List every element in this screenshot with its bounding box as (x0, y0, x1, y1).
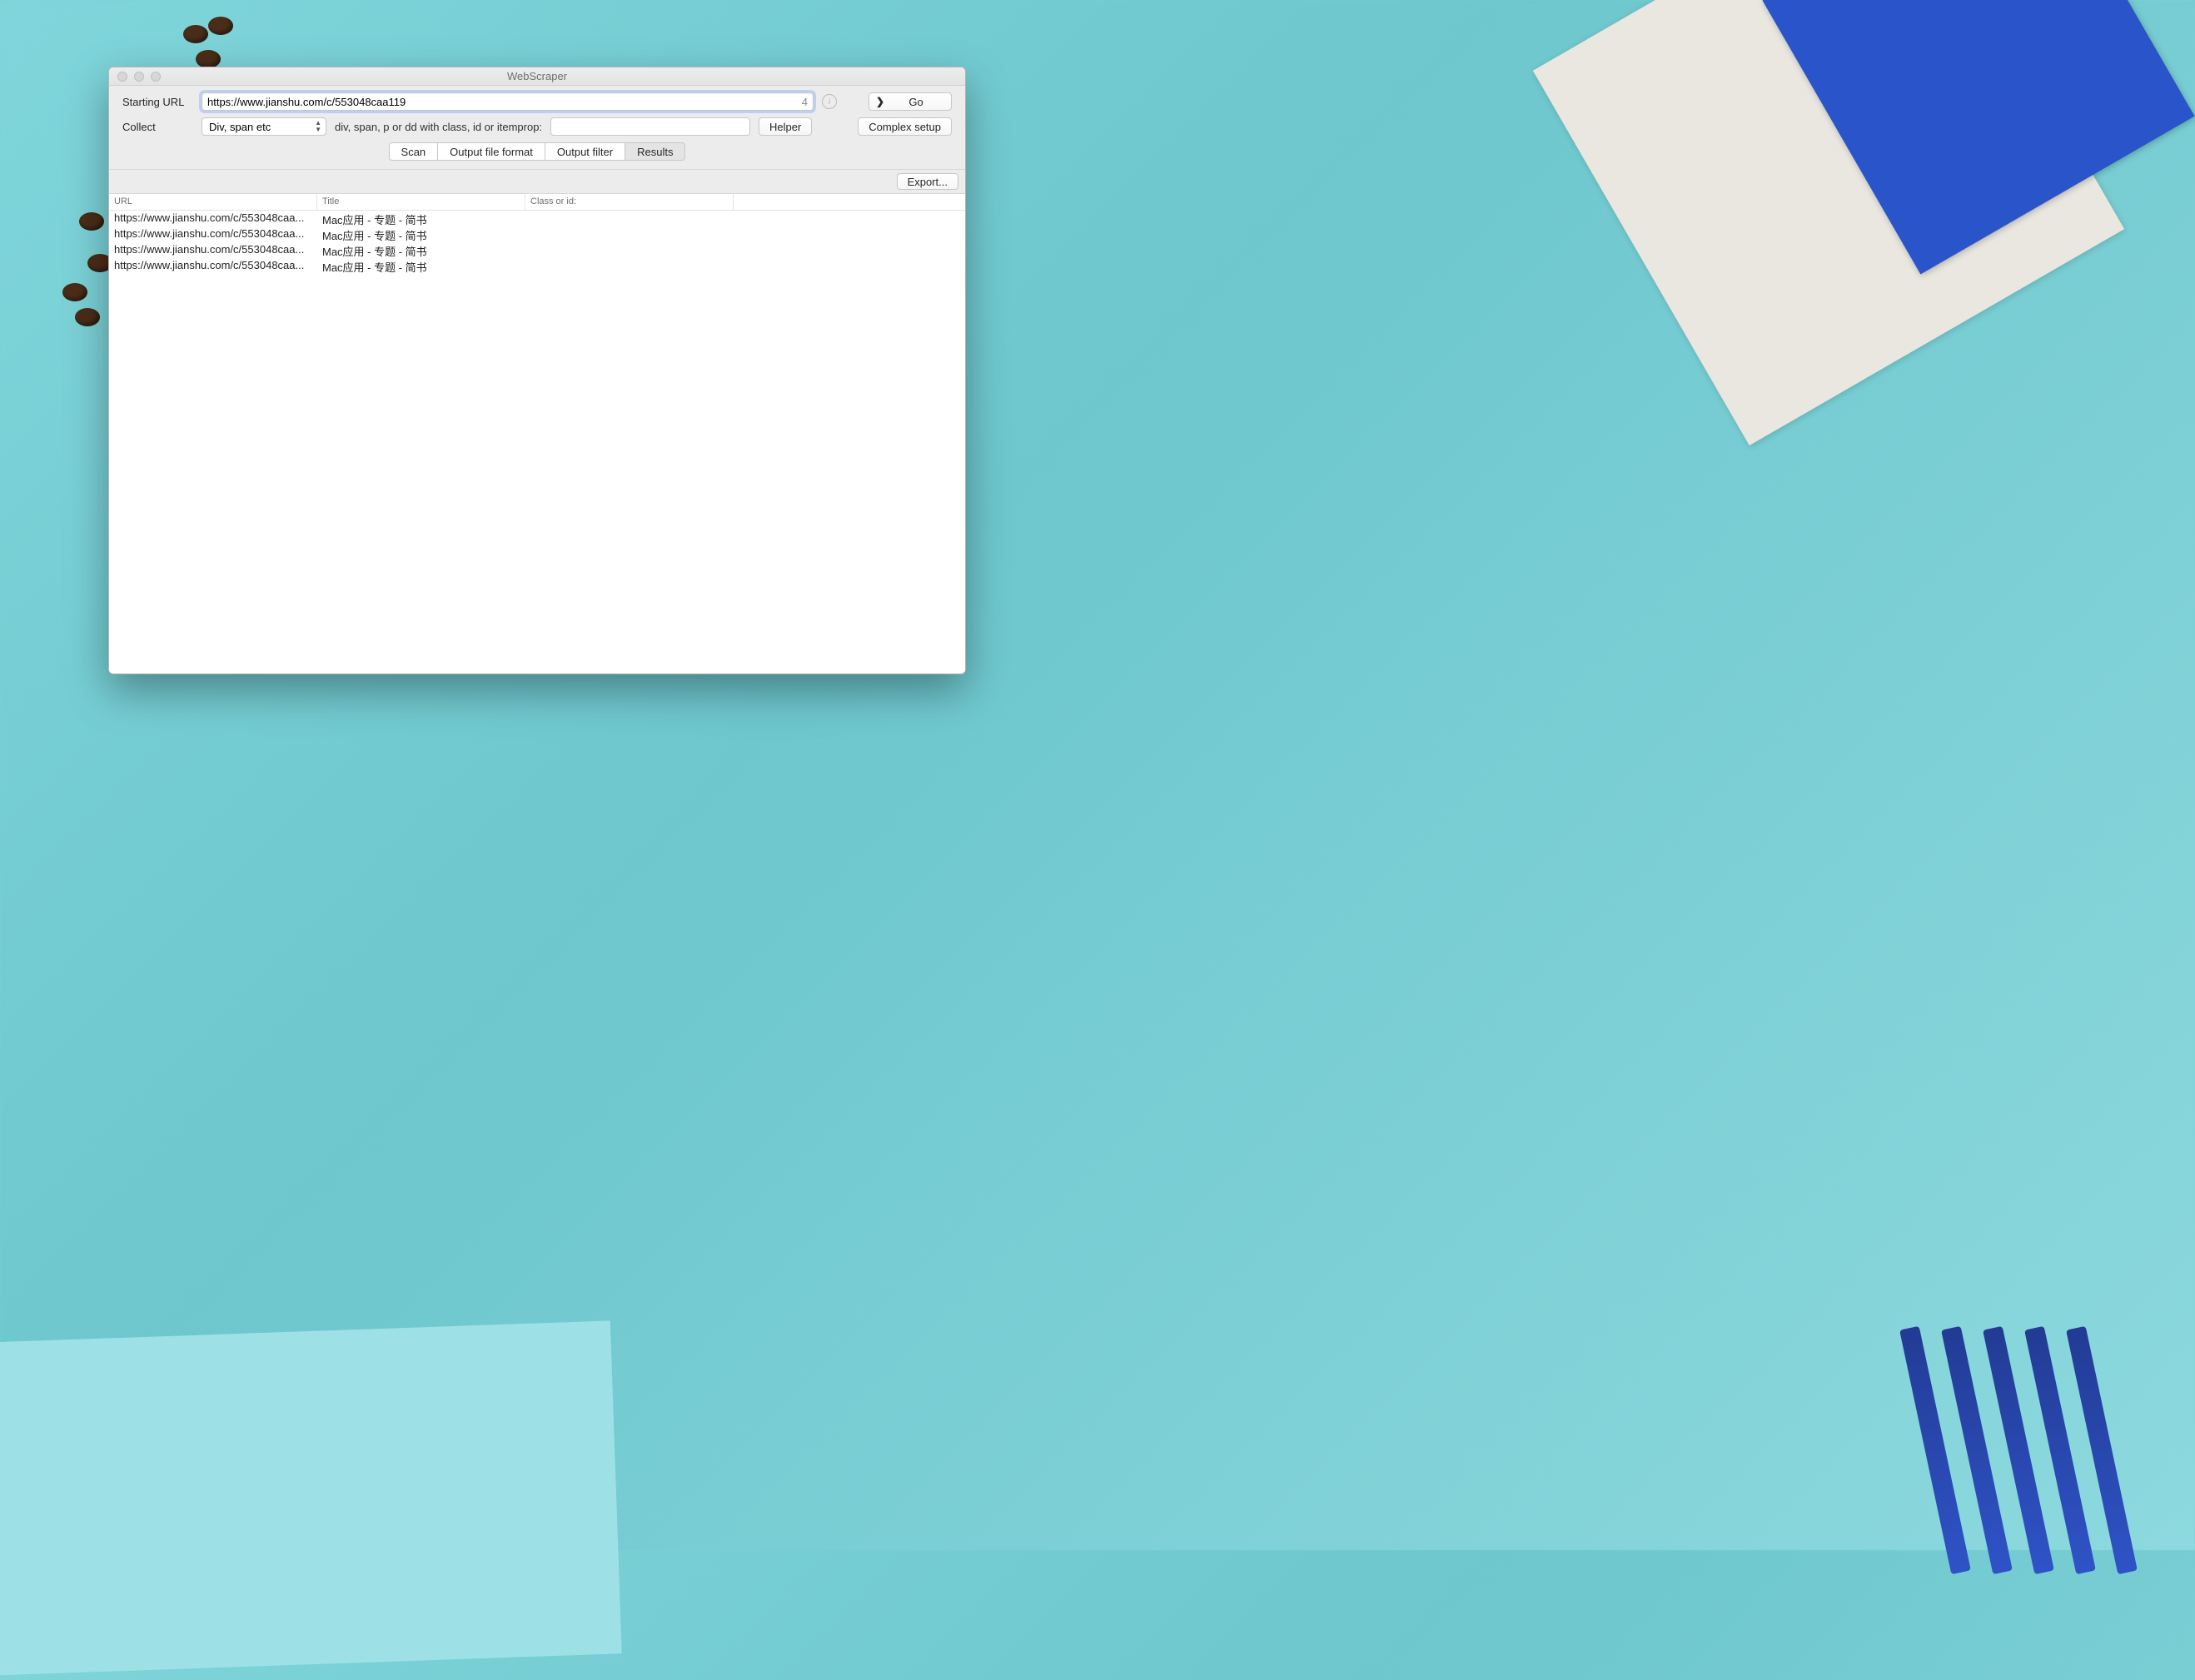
cell-title: Mac应用 - 专题 - 简书 (317, 211, 525, 226)
table-row[interactable]: https://www.jianshu.com/c/553048caa...Ma… (109, 242, 965, 258)
results-table[interactable]: URL Title Class or id: https://www.jians… (109, 194, 965, 673)
tab-results[interactable]: Results (625, 142, 685, 161)
tab-output-filter[interactable]: Output filter (545, 142, 625, 161)
table-header: URL Title Class or id: (109, 194, 965, 211)
tab-scan[interactable]: Scan (389, 142, 439, 161)
tab-output-format[interactable]: Output file format (438, 142, 545, 161)
export-button-label: Export... (908, 176, 948, 188)
col-extra[interactable] (734, 194, 965, 210)
table-row[interactable]: https://www.jianshu.com/c/553048caa...Ma… (109, 258, 965, 274)
chevron-right-icon: ❯ (876, 97, 884, 107)
toolbar: Starting URL 4 i ❯ Go Collect Div, span … (109, 86, 965, 170)
titlebar[interactable]: WebScraper (109, 67, 965, 86)
cell-extra (734, 211, 965, 226)
collect-label: Collect (122, 121, 193, 133)
table-row[interactable]: https://www.jianshu.com/c/553048caa...Ma… (109, 211, 965, 226)
collect-select-value: Div, span etc (209, 121, 271, 133)
export-bar: Export... (109, 170, 965, 194)
collect-hint: div, span, p or dd with class, id or ite… (335, 121, 542, 133)
table-body: https://www.jianshu.com/c/553048caa...Ma… (109, 211, 965, 274)
helper-button-label: Helper (769, 121, 801, 133)
starting-url-field[interactable]: 4 (202, 92, 814, 111)
col-url[interactable]: URL (109, 194, 317, 210)
class-id-input[interactable] (550, 117, 750, 136)
window-title: WebScraper (109, 70, 965, 82)
go-button[interactable]: ❯ Go (869, 92, 952, 111)
starting-url-label: Starting URL (122, 96, 193, 108)
cell-extra (734, 242, 965, 258)
select-arrows-icon: ▲▼ (315, 120, 321, 133)
col-title[interactable]: Title (317, 194, 525, 210)
cell-url: https://www.jianshu.com/c/553048caa... (109, 226, 317, 242)
helper-button[interactable]: Helper (759, 117, 812, 136)
go-button-label: Go (908, 96, 923, 108)
complex-setup-label: Complex setup (869, 121, 941, 133)
url-count: 4 (797, 96, 808, 108)
cell-title: Mac应用 - 专题 - 简书 (317, 242, 525, 258)
cell-extra (734, 226, 965, 242)
export-button[interactable]: Export... (897, 173, 958, 190)
collect-select[interactable]: Div, span etc ▲▼ (202, 117, 326, 136)
cell-url: https://www.jianshu.com/c/553048caa... (109, 211, 317, 226)
cell-class (525, 211, 734, 226)
tab-bar: Scan Output file format Output filter Re… (122, 142, 952, 161)
info-icon[interactable]: i (822, 94, 837, 109)
cell-url: https://www.jianshu.com/c/553048caa... (109, 242, 317, 258)
table-row[interactable]: https://www.jianshu.com/c/553048caa...Ma… (109, 226, 965, 242)
starting-url-input[interactable] (207, 96, 797, 108)
complex-setup-button[interactable]: Complex setup (858, 117, 952, 136)
col-class[interactable]: Class or id: (525, 194, 734, 210)
cell-class (525, 258, 734, 274)
cell-title: Mac应用 - 专题 - 简书 (317, 226, 525, 242)
cell-url: https://www.jianshu.com/c/553048caa... (109, 258, 317, 274)
cell-title: Mac应用 - 专题 - 简书 (317, 258, 525, 274)
cell-extra (734, 258, 965, 274)
app-window: WebScraper Starting URL 4 i ❯ Go Collect… (108, 67, 966, 674)
cell-class (525, 242, 734, 258)
cell-class (525, 226, 734, 242)
